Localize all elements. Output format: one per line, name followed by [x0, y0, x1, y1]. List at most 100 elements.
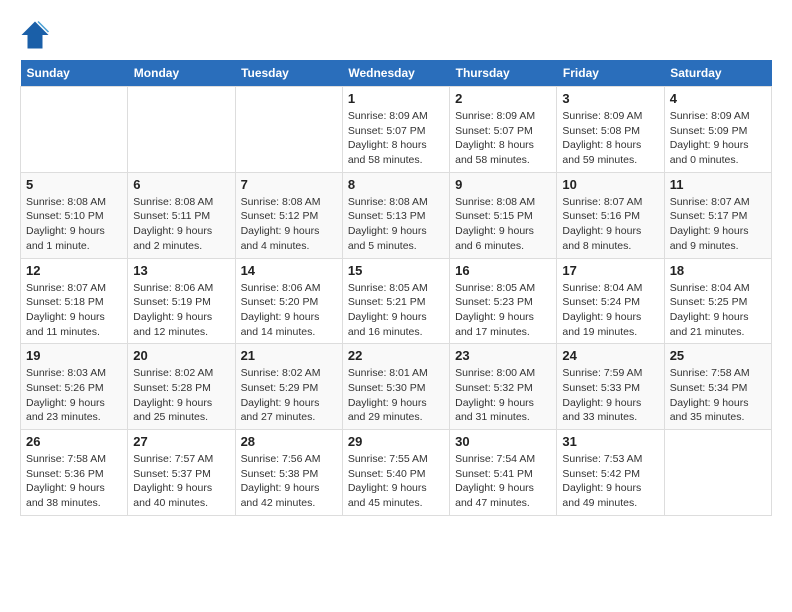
- col-header-thursday: Thursday: [450, 60, 557, 87]
- day-number: 29: [348, 434, 444, 449]
- col-header-saturday: Saturday: [664, 60, 771, 87]
- day-number: 30: [455, 434, 551, 449]
- calendar-week-3: 12 Sunrise: 8:07 AMSunset: 5:18 PMDayligh…: [21, 258, 772, 344]
- calendar-week-5: 26Sunrise: 7:58 AMSunset: 5:36 PMDayligh…: [21, 430, 772, 516]
- day-number: 16: [455, 263, 551, 278]
- day-number: 20: [133, 348, 229, 363]
- day-number: 12: [26, 263, 122, 278]
- calendar-cell: 31 Sunrise: 7:53 AMSunset: 5:42 PMDayligh…: [557, 430, 664, 516]
- calendar-cell: 25Sunrise: 7:58 AMSunset: 5:34 PMDayligh…: [664, 344, 771, 430]
- day-info: Sunrise: 8:04 AMSunset: 5:25 PMDaylight:…: [670, 281, 766, 340]
- day-info: Sunrise: 8:09 AMSunset: 5:08 PMDaylight:…: [562, 109, 658, 168]
- page-header: [20, 20, 772, 50]
- day-info: Sunrise: 8:08 AMSunset: 5:12 PMDaylight:…: [241, 195, 337, 254]
- calendar-cell: [664, 430, 771, 516]
- day-info: Sunrise: 7:59 AMSunset: 5:33 PMDaylight:…: [562, 366, 658, 425]
- day-info: Sunrise: 8:05 AMSunset: 5:21 PMDaylight:…: [348, 281, 444, 340]
- day-info: Sunrise: 8:09 AMSunset: 5:07 PMDaylight:…: [455, 109, 551, 168]
- day-info: Sunrise: 8:07 AMSunset: 5:17 PMDaylight:…: [670, 195, 766, 254]
- day-number: 10: [562, 177, 658, 192]
- calendar-cell: 23Sunrise: 8:00 AMSunset: 5:32 PMDayligh…: [450, 344, 557, 430]
- day-info: Sunrise: 8:07 AMSunset: 5:18 PMDaylight:…: [26, 281, 122, 340]
- day-info: Sunrise: 8:08 AMSunset: 5:13 PMDaylight:…: [348, 195, 444, 254]
- day-number: 15: [348, 263, 444, 278]
- day-info: Sunrise: 8:04 AMSunset: 5:24 PMDaylight:…: [562, 281, 658, 340]
- day-number: 31: [562, 434, 658, 449]
- calendar-cell: 20 Sunrise: 8:02 AMSunset: 5:28 PMDayligh…: [128, 344, 235, 430]
- day-info: Sunrise: 7:53 AMSunset: 5:42 PMDaylight:…: [562, 452, 658, 511]
- calendar-cell: 28 Sunrise: 7:56 AMSunset: 5:38 PMDayligh…: [235, 430, 342, 516]
- calendar-cell: 13 Sunrise: 8:06 AMSunset: 5:19 PMDayligh…: [128, 258, 235, 344]
- day-number: 24: [562, 348, 658, 363]
- calendar-cell: 21 Sunrise: 8:02 AMSunset: 5:29 PMDayligh…: [235, 344, 342, 430]
- calendar-cell: 6 Sunrise: 8:08 AMSunset: 5:11 PMDaylight…: [128, 172, 235, 258]
- day-number: 17: [562, 263, 658, 278]
- calendar-cell: 11 Sunrise: 8:07 AMSunset: 5:17 PMDayligh…: [664, 172, 771, 258]
- day-number: 28: [241, 434, 337, 449]
- col-header-wednesday: Wednesday: [342, 60, 449, 87]
- day-number: 7: [241, 177, 337, 192]
- calendar-table: SundayMondayTuesdayWednesdayThursdayFrid…: [20, 60, 772, 516]
- calendar-cell: 4 Sunrise: 8:09 AMSunset: 5:09 PMDaylight…: [664, 87, 771, 173]
- calendar-cell: 5 Sunrise: 8:08 AMSunset: 5:10 PMDaylight…: [21, 172, 128, 258]
- calendar-cell: 7 Sunrise: 8:08 AMSunset: 5:12 PMDaylight…: [235, 172, 342, 258]
- header-row: SundayMondayTuesdayWednesdayThursdayFrid…: [21, 60, 772, 87]
- day-number: 6: [133, 177, 229, 192]
- day-info: Sunrise: 8:07 AMSunset: 5:16 PMDaylight:…: [562, 195, 658, 254]
- day-number: 25: [670, 348, 766, 363]
- calendar-cell: [21, 87, 128, 173]
- calendar-week-4: 19Sunrise: 8:03 AMSunset: 5:26 PMDayligh…: [21, 344, 772, 430]
- day-info: Sunrise: 8:05 AMSunset: 5:23 PMDaylight:…: [455, 281, 551, 340]
- day-info: Sunrise: 8:08 AMSunset: 5:15 PMDaylight:…: [455, 195, 551, 254]
- day-number: 22: [348, 348, 444, 363]
- day-info: Sunrise: 8:06 AMSunset: 5:20 PMDaylight:…: [241, 281, 337, 340]
- calendar-cell: 22 Sunrise: 8:01 AMSunset: 5:30 PMDayligh…: [342, 344, 449, 430]
- day-number: 5: [26, 177, 122, 192]
- day-number: 13: [133, 263, 229, 278]
- day-info: Sunrise: 7:55 AMSunset: 5:40 PMDaylight:…: [348, 452, 444, 511]
- calendar-cell: [235, 87, 342, 173]
- calendar-cell: 14 Sunrise: 8:06 AMSunset: 5:20 PMDayligh…: [235, 258, 342, 344]
- logo: [20, 20, 54, 50]
- day-info: Sunrise: 7:56 AMSunset: 5:38 PMDaylight:…: [241, 452, 337, 511]
- day-number: 3: [562, 91, 658, 106]
- calendar-week-2: 5 Sunrise: 8:08 AMSunset: 5:10 PMDaylight…: [21, 172, 772, 258]
- day-number: 26: [26, 434, 122, 449]
- calendar-cell: 19Sunrise: 8:03 AMSunset: 5:26 PMDayligh…: [21, 344, 128, 430]
- day-info: Sunrise: 8:09 AMSunset: 5:07 PMDaylight:…: [348, 109, 444, 168]
- day-info: Sunrise: 8:08 AMSunset: 5:11 PMDaylight:…: [133, 195, 229, 254]
- calendar-cell: 17 Sunrise: 8:04 AMSunset: 5:24 PMDayligh…: [557, 258, 664, 344]
- calendar-cell: 15 Sunrise: 8:05 AMSunset: 5:21 PMDayligh…: [342, 258, 449, 344]
- calendar-cell: 10 Sunrise: 8:07 AMSunset: 5:16 PMDayligh…: [557, 172, 664, 258]
- calendar-cell: 30Sunrise: 7:54 AMSunset: 5:41 PMDayligh…: [450, 430, 557, 516]
- day-number: 9: [455, 177, 551, 192]
- day-info: Sunrise: 8:09 AMSunset: 5:09 PMDaylight:…: [670, 109, 766, 168]
- day-info: Sunrise: 8:01 AMSunset: 5:30 PMDaylight:…: [348, 366, 444, 425]
- day-number: 27: [133, 434, 229, 449]
- day-number: 2: [455, 91, 551, 106]
- day-info: Sunrise: 7:57 AMSunset: 5:37 PMDaylight:…: [133, 452, 229, 511]
- day-info: Sunrise: 8:08 AMSunset: 5:10 PMDaylight:…: [26, 195, 122, 254]
- calendar-cell: 24 Sunrise: 7:59 AMSunset: 5:33 PMDayligh…: [557, 344, 664, 430]
- day-number: 4: [670, 91, 766, 106]
- calendar-cell: 16 Sunrise: 8:05 AMSunset: 5:23 PMDayligh…: [450, 258, 557, 344]
- col-header-friday: Friday: [557, 60, 664, 87]
- day-number: 19: [26, 348, 122, 363]
- day-number: 21: [241, 348, 337, 363]
- col-header-sunday: Sunday: [21, 60, 128, 87]
- calendar-cell: 27 Sunrise: 7:57 AMSunset: 5:37 PMDayligh…: [128, 430, 235, 516]
- calendar-cell: 29 Sunrise: 7:55 AMSunset: 5:40 PMDayligh…: [342, 430, 449, 516]
- calendar-cell: 18Sunrise: 8:04 AMSunset: 5:25 PMDayligh…: [664, 258, 771, 344]
- calendar-week-1: 1Sunrise: 8:09 AMSunset: 5:07 PMDaylight…: [21, 87, 772, 173]
- logo-icon: [20, 20, 50, 50]
- calendar-cell: 3 Sunrise: 8:09 AMSunset: 5:08 PMDaylight…: [557, 87, 664, 173]
- day-number: 11: [670, 177, 766, 192]
- calendar-cell: 1Sunrise: 8:09 AMSunset: 5:07 PMDaylight…: [342, 87, 449, 173]
- day-info: Sunrise: 8:06 AMSunset: 5:19 PMDaylight:…: [133, 281, 229, 340]
- day-number: 14: [241, 263, 337, 278]
- calendar-cell: 26Sunrise: 7:58 AMSunset: 5:36 PMDayligh…: [21, 430, 128, 516]
- day-info: Sunrise: 8:02 AMSunset: 5:29 PMDaylight:…: [241, 366, 337, 425]
- day-info: Sunrise: 8:02 AMSunset: 5:28 PMDaylight:…: [133, 366, 229, 425]
- col-header-monday: Monday: [128, 60, 235, 87]
- col-header-tuesday: Tuesday: [235, 60, 342, 87]
